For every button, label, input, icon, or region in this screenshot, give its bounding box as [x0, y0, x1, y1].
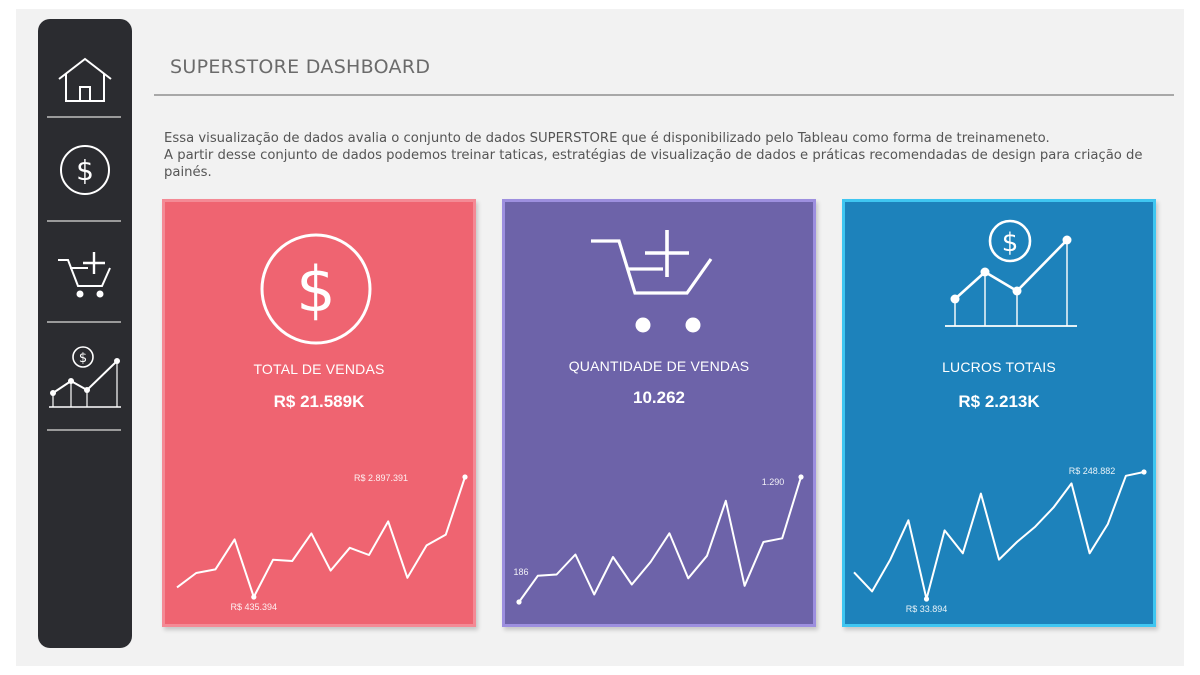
kpi-card-sales-quantity[interactable]: QUANTIDADE DE VENDAS 10.262 1.290 186	[502, 199, 816, 627]
nav-separator	[47, 220, 121, 222]
sparkline-max-label: R$ 2.897.391	[354, 473, 408, 483]
cart-plus-icon	[58, 252, 111, 298]
description-line: Essa visualização de dados avalia o conj…	[164, 131, 1050, 146]
page-title: SUPERSTORE DASHBOARD	[170, 56, 431, 78]
svg-text:$: $	[79, 351, 87, 366]
nav-separator	[47, 429, 121, 431]
nav-profit-button[interactable]: $	[46, 337, 124, 415]
sparkline-max-point	[798, 474, 804, 480]
sparkline-max-point	[1141, 469, 1147, 475]
kpi-card-total-sales[interactable]: $ TOTAL DE VENDAS R$ 21.589K R$ 2.897.39…	[162, 199, 476, 627]
nav-sales-button[interactable]: $	[46, 131, 124, 209]
nav-separator	[47, 116, 121, 118]
sparkline-min-point	[516, 599, 522, 605]
sparkline-min-point	[923, 596, 930, 602]
nav-quantity-button[interactable]	[46, 235, 124, 313]
dollar-circle-icon: $	[60, 145, 110, 195]
sparkline-min-label: 186	[513, 567, 528, 577]
sparkline-max-label: R$ 248.882	[1069, 466, 1116, 476]
sidebar-nav: $ $	[38, 19, 132, 648]
nav-home-button[interactable]	[46, 41, 124, 119]
sparkline-chart: R$ 248.882 R$ 33.894	[853, 466, 1147, 614]
sparkline-series	[518, 476, 802, 603]
nav-separator	[47, 321, 121, 323]
sparkline-series	[853, 471, 1145, 600]
svg-text:$: $	[76, 154, 94, 187]
title-divider	[154, 94, 1174, 96]
sparkline-min-label: R$ 33.894	[906, 604, 948, 614]
chart-dollar-icon: $	[49, 346, 121, 408]
sparkline-min-label: R$ 435.394	[231, 602, 278, 612]
sparkline-min-point	[251, 594, 257, 600]
dashboard-description: Essa visualização de dados avalia o conj…	[164, 130, 1164, 181]
sparkline-series	[176, 476, 466, 598]
sparkline-max-point	[462, 474, 468, 480]
home-icon	[58, 57, 112, 102]
sparkline-chart: R$ 2.897.391 R$ 435.394	[176, 473, 468, 612]
sparkline-max-label: 1.290	[762, 477, 785, 487]
description-line: A partir desse conjunto de dados podemos…	[164, 148, 1143, 180]
sparkline-chart: 1.290 186	[513, 474, 804, 605]
kpi-card-total-profit[interactable]: $ LUCROS TOTAIS R$ 2.213K R$ 248.882 R$ …	[842, 199, 1156, 627]
